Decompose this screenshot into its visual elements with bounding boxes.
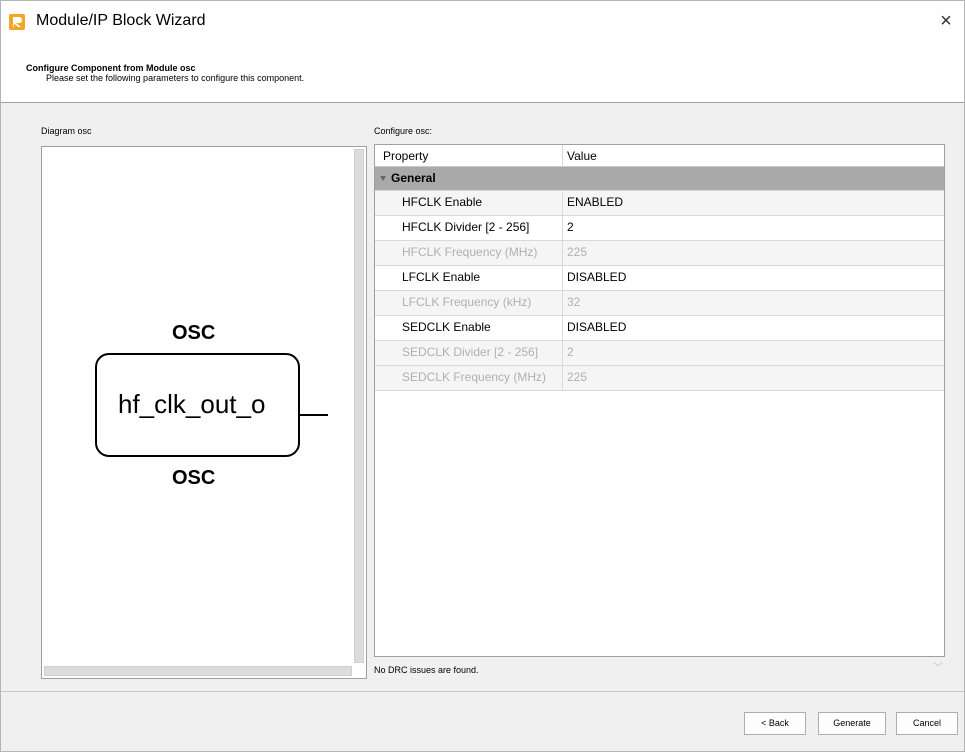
port-label: hf_clk_out_o: [118, 389, 266, 419]
header-title: Configure Component from Module osc: [26, 63, 196, 73]
property-name: SEDCLK Divider [2 - 256]: [402, 345, 539, 359]
title-bar: Module/IP Block Wizard ×: [1, 1, 964, 41]
column-divider: [562, 266, 563, 291]
config-label: Configure osc:: [374, 126, 433, 136]
column-divider: [562, 316, 563, 341]
diagram-top-name: OSC: [172, 322, 216, 344]
app-logo-icon: [9, 14, 25, 30]
drc-status: No DRC issues are found.: [374, 665, 479, 675]
table-row[interactable]: LFCLK Enable DISABLED: [375, 266, 944, 291]
table-row[interactable]: HFCLK Divider [2 - 256] 2: [375, 216, 944, 241]
header-subtitle: Please set the following parameters to c…: [46, 73, 305, 83]
property-value[interactable]: 2: [567, 216, 944, 239]
port-line: [300, 414, 328, 416]
column-header-value[interactable]: Value: [567, 145, 597, 167]
wizard-header: Configure Component from Module osc Plea…: [1, 41, 964, 103]
table-row[interactable]: SEDCLK Enable DISABLED: [375, 316, 944, 341]
table-header: Property Value: [375, 145, 944, 167]
column-divider: [562, 145, 563, 167]
diagram-vertical-scrollbar[interactable]: [354, 149, 364, 663]
collapse-triangle-icon[interactable]: [380, 176, 386, 181]
column-divider: [562, 291, 563, 316]
column-divider: [562, 341, 563, 366]
property-name: SEDCLK Enable: [402, 320, 491, 334]
property-name: HFCLK Divider [2 - 256]: [402, 220, 530, 234]
group-row-general[interactable]: General: [375, 167, 944, 191]
property-value: 2: [567, 345, 574, 359]
module-block: hf_clk_out_o: [95, 353, 300, 457]
property-name: HFCLK Frequency (MHz): [402, 245, 538, 259]
table-row[interactable]: HFCLK Frequency (MHz) 225: [375, 241, 944, 266]
property-name: LFCLK Enable: [402, 270, 481, 284]
table-row[interactable]: SEDCLK Frequency (MHz) 225: [375, 366, 944, 391]
diagram-horizontal-scrollbar[interactable]: [44, 666, 352, 676]
group-label: General: [391, 171, 436, 185]
window-title: Module/IP Block Wizard: [36, 12, 206, 29]
table-row[interactable]: SEDCLK Divider [2 - 256] 2: [375, 341, 944, 366]
column-divider: [562, 216, 563, 241]
property-value[interactable]: DISABLED: [567, 316, 944, 339]
property-value: 225: [567, 370, 588, 384]
table-row[interactable]: HFCLK Enable ENABLED: [375, 191, 944, 216]
footer-divider: [1, 691, 964, 692]
column-divider: [562, 191, 563, 216]
table-row[interactable]: LFCLK Frequency (kHz) 32: [375, 291, 944, 316]
property-value[interactable]: ENABLED: [567, 191, 944, 214]
diagram-panel: OSC hf_clk_out_o OSC: [41, 146, 367, 679]
column-header-property[interactable]: Property: [383, 145, 428, 167]
generate-button[interactable]: Generate: [818, 712, 886, 735]
property-name: HFCLK Enable: [402, 195, 483, 209]
back-button[interactable]: < Back: [744, 712, 806, 735]
diagram-bottom-name: OSC: [172, 467, 216, 489]
property-value: 32: [567, 295, 581, 309]
wizard-window: Module/IP Block Wizard × Configure Compo…: [0, 0, 965, 752]
property-value: 225: [567, 245, 588, 259]
column-divider: [562, 241, 563, 266]
property-name: LFCLK Frequency (kHz): [402, 295, 532, 309]
property-value[interactable]: DISABLED: [567, 266, 944, 289]
column-divider: [562, 366, 563, 391]
property-name: SEDCLK Frequency (MHz): [402, 370, 547, 384]
cancel-button[interactable]: Cancel: [896, 712, 958, 735]
close-icon[interactable]: ×: [931, 9, 961, 33]
property-table: Property Value General HFCLK Enable ENABL…: [374, 144, 945, 657]
chevron-down-icon[interactable]: ﹀: [933, 659, 945, 674]
diagram-label: Diagram osc: [41, 126, 92, 136]
